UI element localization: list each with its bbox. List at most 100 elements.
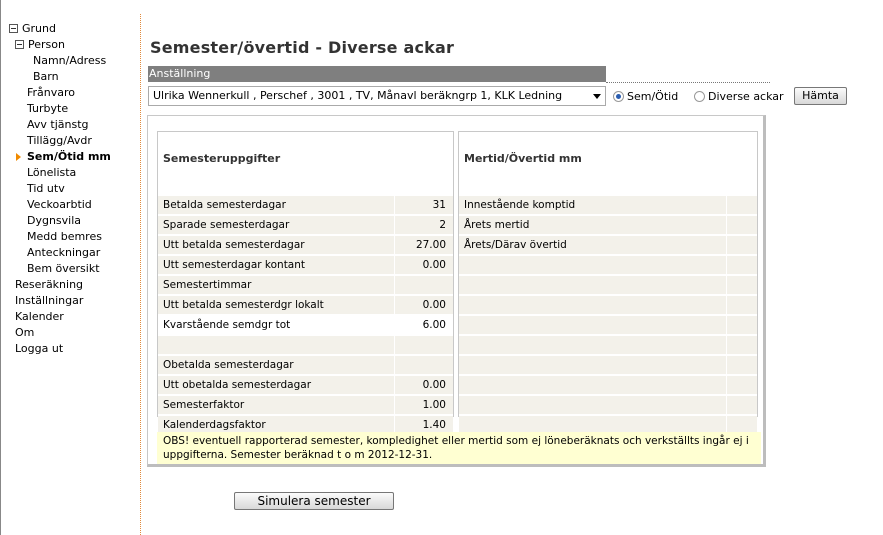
- chevron-down-icon[interactable]: [593, 94, 601, 99]
- nav-item[interactable]: Tillägg/Avdr: [27, 133, 92, 149]
- nav-item-label: Frånvaro: [27, 86, 76, 99]
- radio-sem-otid[interactable]: Sem/Ötid: [613, 89, 678, 105]
- nav-item-label: Reseräkning: [15, 278, 84, 291]
- nav-item[interactable]: Person: [15, 37, 65, 53]
- nav-item[interactable]: Dygnsvila: [27, 213, 81, 229]
- radio-diverse-ackar[interactable]: Diverse ackar: [694, 89, 784, 105]
- minus-box-icon[interactable]: [15, 39, 24, 49]
- table-row: [459, 276, 757, 295]
- row-label: Semesterfaktor: [163, 399, 245, 411]
- row-value-cell: 27.00: [394, 236, 453, 254]
- nav-item-label: Tillägg/Avdr: [27, 134, 92, 147]
- radio-checked-icon[interactable]: [613, 90, 624, 102]
- table-row: Årets mertid: [459, 216, 757, 235]
- table-row: Betalda semesterdagar 31: [158, 196, 453, 215]
- nav-item-label: Medd bemres: [27, 230, 102, 243]
- nav-item-label: Dygnsvila: [27, 214, 82, 227]
- nav-item[interactable]: Grund: [9, 21, 56, 37]
- nav-item-label: Anteckningar: [27, 246, 101, 259]
- row-value: 0.00: [422, 379, 446, 391]
- table-row: Semestertimmar: [158, 276, 453, 295]
- left-navigation: Grund Person Namn/Adress Barn Frånvaro Turbyt…: [0, 0, 142, 535]
- row-value-cell: [726, 376, 757, 394]
- table-row: [459, 396, 757, 415]
- employment-header: Anställning: [148, 66, 606, 82]
- row-value-cell: 0.00: [394, 256, 453, 274]
- nav-item[interactable]: Medd bemres: [27, 229, 102, 245]
- radio-sem-otid-label: Sem/Ötid: [627, 90, 679, 103]
- employment-select[interactable]: Ulrika Wennerkull , Perschef , 3001 , TV…: [148, 86, 606, 106]
- nav-item[interactable]: Turbyte: [27, 101, 68, 117]
- table-row: Innestående komptid: [459, 196, 757, 215]
- row-label: Betalda semesterdagar: [163, 199, 286, 211]
- table-row: Utt semesterdagar kontant 0.00: [158, 256, 453, 275]
- row-value-cell: 31: [394, 196, 453, 214]
- row-label: Kalenderdagsfaktor: [163, 419, 266, 431]
- row-value-cell: 1.00: [394, 396, 453, 414]
- nav-item[interactable]: Lönelista: [27, 165, 76, 181]
- minus-box-icon[interactable]: [9, 23, 18, 33]
- row-value-cell: [726, 356, 757, 374]
- fetch-button[interactable]: Hämta: [794, 87, 847, 105]
- row-value: 0.00: [422, 259, 446, 271]
- table-row: Utt betalda semesterdgr lokalt 0.00: [158, 296, 453, 315]
- nav-item[interactable]: Namn/Adress: [33, 53, 106, 69]
- row-label: Utt obetalda semesterdagar: [163, 379, 312, 391]
- arrow-right-icon: [16, 153, 21, 161]
- nav-item[interactable]: Avv tjänstg: [27, 117, 89, 133]
- nav-item[interactable]: Barn: [33, 69, 59, 85]
- row-label: Semestertimmar: [163, 279, 252, 291]
- row-label: Årets/Därav övertid: [464, 239, 567, 251]
- row-value: 1.40: [422, 419, 446, 431]
- simulate-vacation-button[interactable]: Simulera semester: [234, 492, 394, 510]
- table-row: Obetalda semesterdagar: [158, 356, 453, 375]
- row-value-cell: 0.00: [394, 376, 453, 394]
- nav-item[interactable]: Frånvaro: [27, 85, 75, 101]
- nav-item[interactable]: Anteckningar: [27, 245, 100, 261]
- nav-item[interactable]: Sem/Ötid mm: [27, 149, 111, 165]
- nav-item[interactable]: Veckoarbtid: [27, 197, 92, 213]
- nav-item[interactable]: Inställningar: [15, 293, 83, 309]
- row-value: 0.00: [422, 299, 446, 311]
- nav-item[interactable]: Tid utv: [27, 181, 65, 197]
- nav-item-label: Grund: [22, 22, 56, 35]
- nav-item[interactable]: Logga ut: [15, 341, 63, 357]
- row-label: Kvarstående semdgr tot: [163, 319, 291, 331]
- table-row: Utt obetalda semesterdagar 0.00: [158, 376, 453, 395]
- radio-diverse-ackar-label: Diverse ackar: [708, 90, 784, 103]
- row-value-cell: [726, 316, 757, 334]
- row-value: 1.00: [422, 399, 446, 411]
- mertid-panel: Mertid/Övertid mm Innestående komptid Åre…: [458, 131, 758, 435]
- nav-item[interactable]: Bem översikt: [27, 261, 100, 277]
- result-panel: Semesteruppgifter Betalda semesterdagar 3…: [147, 115, 766, 467]
- row-value-cell: [394, 276, 453, 294]
- nav-item-label: Inställningar: [15, 294, 84, 307]
- nav-item[interactable]: Om: [15, 325, 34, 341]
- row-value-cell: [394, 356, 453, 374]
- row-label: Utt betalda semesterdagar: [163, 239, 305, 251]
- nav-item[interactable]: Kalender: [15, 309, 64, 325]
- mertid-panel-title: Mertid/Övertid mm: [464, 152, 582, 165]
- notice-text: OBS! eventuell rapporterad semester, kom…: [157, 432, 761, 464]
- nav-item-label: Bem översikt: [27, 262, 100, 275]
- nav-item-label: Barn: [33, 70, 59, 83]
- table-row: Utt betalda semesterdagar 27.00: [158, 236, 453, 255]
- row-value-cell: 0.00: [394, 296, 453, 314]
- row-label: Årets mertid: [464, 219, 530, 231]
- radio-unchecked-icon[interactable]: [694, 90, 705, 102]
- table-row: [459, 296, 757, 315]
- row-value: 2: [439, 219, 446, 231]
- nav-item-label: Logga ut: [15, 342, 64, 355]
- row-label: Utt semesterdagar kontant: [163, 259, 306, 271]
- table-row: [459, 376, 757, 395]
- page-title: Semester/övertid - Diverse ackar: [150, 38, 455, 57]
- nav-item-label: Veckoarbtid: [27, 198, 92, 211]
- nav-item-label: Person: [28, 38, 65, 51]
- nav-item-label: Lönelista: [27, 166, 77, 179]
- semester-panel: Semesteruppgifter Betalda semesterdagar 3…: [157, 131, 454, 435]
- nav-item-label: Om: [15, 326, 35, 339]
- row-value-cell: [726, 396, 757, 414]
- table-row: Semesterfaktor 1.00: [158, 396, 453, 415]
- row-value: 27.00: [415, 239, 446, 251]
- nav-item[interactable]: Reseräkning: [15, 277, 83, 293]
